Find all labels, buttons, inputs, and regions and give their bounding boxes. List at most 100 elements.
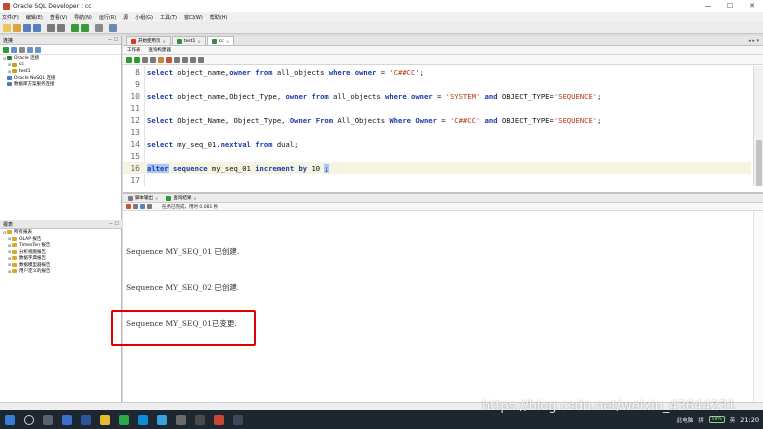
code-line[interactable]: 14 select my_seq_01.nextval from dual; [123, 138, 751, 150]
start-icon[interactable] [4, 414, 15, 425]
history-icon[interactable] [198, 56, 204, 63]
code-line[interactable]: 16 alter sequence my_seq_01 increment by … [123, 162, 751, 174]
add-connection-icon[interactable] [3, 46, 9, 53]
close-tab-icon[interactable]: × [226, 39, 229, 44]
worksheet-toolbar [123, 55, 763, 65]
pinned-app-icon[interactable] [232, 414, 243, 425]
undo-icon[interactable] [47, 23, 55, 32]
terminal-icon[interactable] [194, 414, 205, 425]
app-icon[interactable] [175, 414, 186, 425]
document-tab[interactable]: cc × [206, 36, 235, 45]
format-icon[interactable] [182, 56, 188, 63]
autotrace-icon[interactable] [142, 56, 148, 63]
main-toolbar [0, 22, 763, 34]
menu-team[interactable]: 小组(G) [135, 14, 153, 21]
minimize-button[interactable]: — [697, 0, 719, 12]
back-icon[interactable] [71, 23, 79, 32]
print-icon[interactable] [147, 204, 152, 209]
close-tab-icon[interactable]: × [163, 39, 166, 44]
connections-panel-controls[interactable]: − ☐ [108, 37, 118, 43]
tab-navigation-controls[interactable]: ◂ ▸ ▾ [748, 38, 763, 44]
menu-edit[interactable]: 编辑(E) [26, 14, 43, 21]
eraser-icon[interactable] [126, 204, 131, 209]
document-tabs: 开始使用页 × test1 × cc × ◂ ▸ ▾ [123, 36, 763, 46]
clear-icon[interactable] [190, 56, 196, 63]
code-line[interactable]: 8 select object_name,owner from all_objec… [123, 66, 751, 78]
code-line[interactable]: 9 [123, 78, 751, 90]
explain-plan-icon[interactable] [150, 56, 156, 63]
menu-run[interactable]: 运行(R) [99, 14, 116, 21]
run-statement-icon[interactable] [126, 56, 132, 63]
save-all-icon[interactable] [33, 23, 41, 32]
output-tabs: 脚本输出 × 查询结果 × [123, 194, 763, 203]
search-icon[interactable] [23, 414, 34, 425]
code-line[interactable]: 13 [123, 126, 751, 138]
code-token: 10 [307, 163, 325, 173]
edge-icon[interactable] [137, 414, 148, 425]
language-indicator[interactable]: 英 [730, 416, 736, 424]
code-line[interactable]: 12 Select Object_Name, Object_Type, Owner… [123, 114, 751, 126]
report-item[interactable]: ⊞ 用户定义的报告 [0, 268, 122, 275]
commit-icon[interactable] [158, 56, 164, 63]
word-icon[interactable] [80, 414, 91, 425]
close-tab-icon[interactable]: × [197, 39, 200, 44]
task-view-icon[interactable] [42, 414, 53, 425]
code-line[interactable]: 17 [123, 174, 751, 186]
code-line[interactable]: 15 [123, 150, 751, 162]
code-token: 'C##CC' [389, 67, 420, 77]
tab-query-result-label: 查询结果 [173, 196, 192, 201]
code-line[interactable]: 11 [123, 102, 751, 114]
code-text: select my_seq_01.nextval from dual; [143, 140, 298, 149]
editor-vertical-scrollbar[interactable] [753, 66, 763, 186]
store-icon[interactable] [61, 414, 72, 425]
tab-query-builder[interactable]: 查询构建器 [149, 47, 172, 53]
forward-icon[interactable] [81, 23, 89, 32]
editor-scroll-thumb[interactable] [756, 140, 762, 186]
schema-browser-icon[interactable] [27, 46, 33, 53]
menu-window[interactable]: 窗口(W) [184, 14, 203, 21]
open-folder-icon[interactable] [13, 23, 21, 32]
pin-icon[interactable] [133, 204, 138, 209]
redo-icon[interactable] [57, 23, 65, 32]
rollback-icon[interactable] [166, 56, 172, 63]
ime-indicator[interactable]: 拼 [698, 416, 704, 424]
menu-navigate[interactable]: 导航(N) [74, 14, 92, 21]
menu-tools[interactable]: 工具(T) [160, 14, 177, 21]
menu-view[interactable]: 查看(V) [50, 14, 67, 21]
menu-help[interactable]: 帮助(H) [210, 14, 228, 21]
battery-indicator[interactable]: 59% [708, 416, 725, 423]
save-output-icon[interactable] [140, 204, 145, 209]
network-label[interactable]: 此电脑 [677, 416, 694, 424]
refresh-icon[interactable] [11, 46, 17, 53]
new-file-icon[interactable] [3, 23, 11, 32]
sql-code-editor[interactable]: 8 select object_name,owner from all_objec… [123, 66, 763, 186]
wechat-icon[interactable] [118, 414, 129, 425]
file-explorer-icon[interactable] [99, 414, 110, 425]
maximize-button[interactable]: ☐ [719, 0, 741, 12]
tab-worksheet[interactable]: 工作表 [127, 47, 141, 53]
tab-script-output[interactable]: 脚本输出 × [126, 195, 160, 201]
document-tab[interactable]: test1 × [171, 36, 206, 45]
document-tab[interactable]: 开始使用页 × [126, 36, 171, 45]
monitor-icon[interactable] [109, 23, 117, 32]
save-icon[interactable] [23, 23, 31, 32]
connection-item[interactable]: 数据库方案服务连接 [0, 81, 121, 88]
unshared-sql-icon[interactable] [174, 56, 180, 63]
script-output-panel: 脚本输出 × 查询结果 × 任务已完成，用时 0.081 秒 Sequence … [111, 192, 763, 404]
tab-query-result[interactable]: 查询结果 × [164, 195, 198, 201]
menu-file[interactable]: 文件(F) [2, 14, 19, 21]
browser-icon[interactable] [156, 414, 167, 425]
clock[interactable]: 21:20 [740, 416, 759, 424]
output-vertical-scrollbar[interactable] [753, 211, 763, 404]
sql-developer-taskbar-icon[interactable] [213, 414, 224, 425]
menu-source[interactable]: 源 [123, 14, 128, 21]
reports-panel-controls[interactable]: − ☐ [109, 221, 119, 227]
code-line[interactable]: 10 select object_name,Object_Type, owner … [123, 90, 751, 102]
filter-icon[interactable] [19, 46, 25, 53]
import-connections-icon[interactable] [35, 46, 41, 53]
run-script-icon[interactable] [134, 56, 140, 63]
sql-worksheet-icon[interactable] [95, 23, 103, 32]
close-button[interactable]: ✕ [741, 0, 763, 12]
close-script-output-icon[interactable]: × [155, 196, 158, 201]
close-query-result-icon[interactable]: × [193, 196, 196, 201]
